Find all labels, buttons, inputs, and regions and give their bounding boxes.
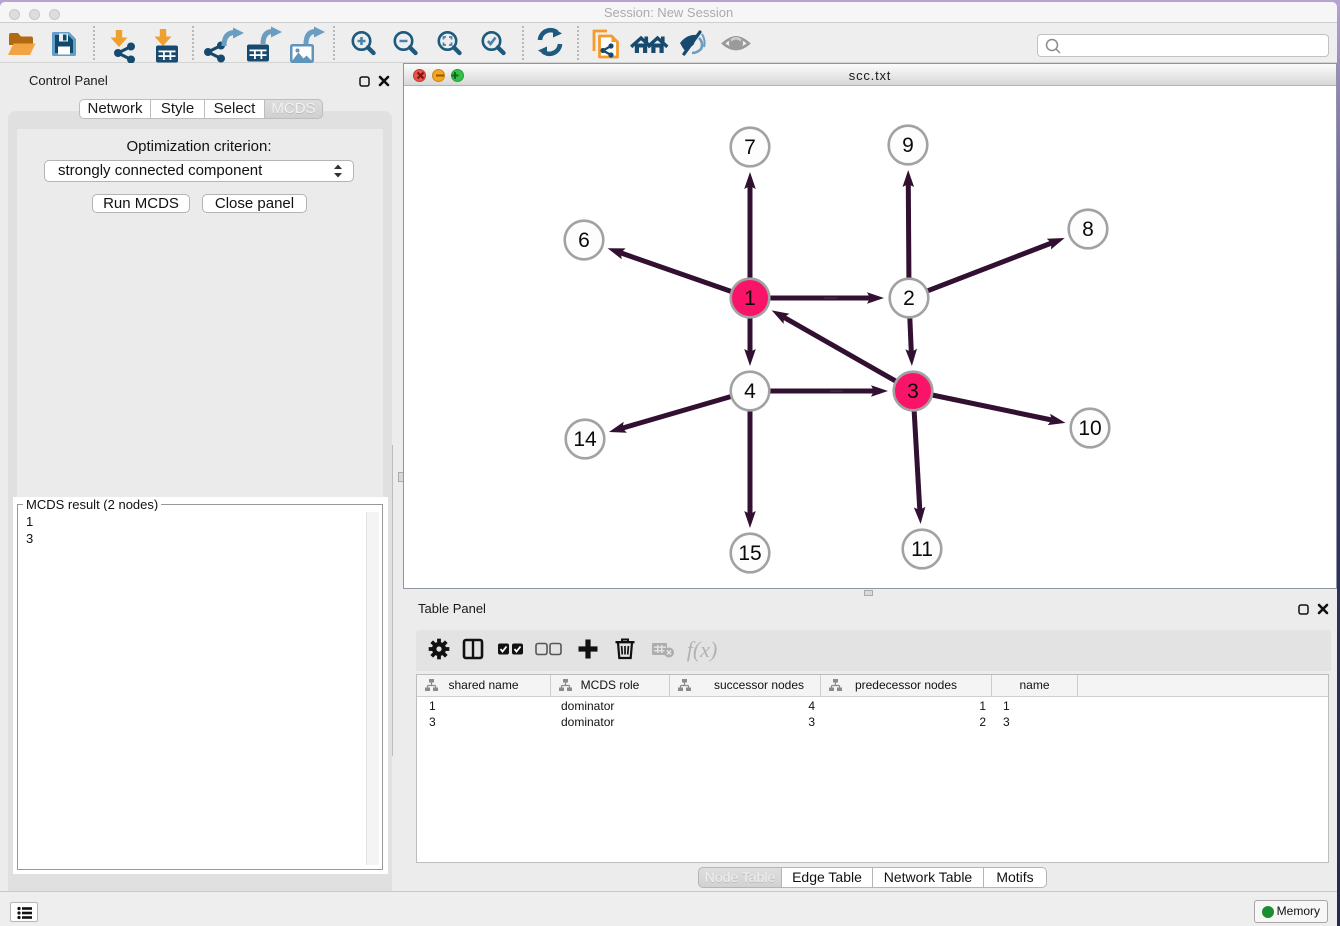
svg-text:11: 11	[911, 538, 933, 561]
svg-text:7: 7	[744, 136, 756, 159]
svg-text:3: 3	[907, 380, 919, 403]
svg-text:10: 10	[1078, 417, 1101, 440]
svg-text:f(x): f(x)	[687, 637, 718, 662]
svg-text:15: 15	[738, 542, 761, 565]
svg-text:8: 8	[1082, 218, 1094, 241]
svg-text:9: 9	[902, 134, 914, 157]
svg-text:4: 4	[744, 380, 756, 403]
svg-text:6: 6	[578, 229, 590, 252]
svg-text:1: 1	[744, 287, 756, 310]
svg-text:2: 2	[903, 287, 915, 310]
svg-text:14: 14	[573, 428, 597, 451]
